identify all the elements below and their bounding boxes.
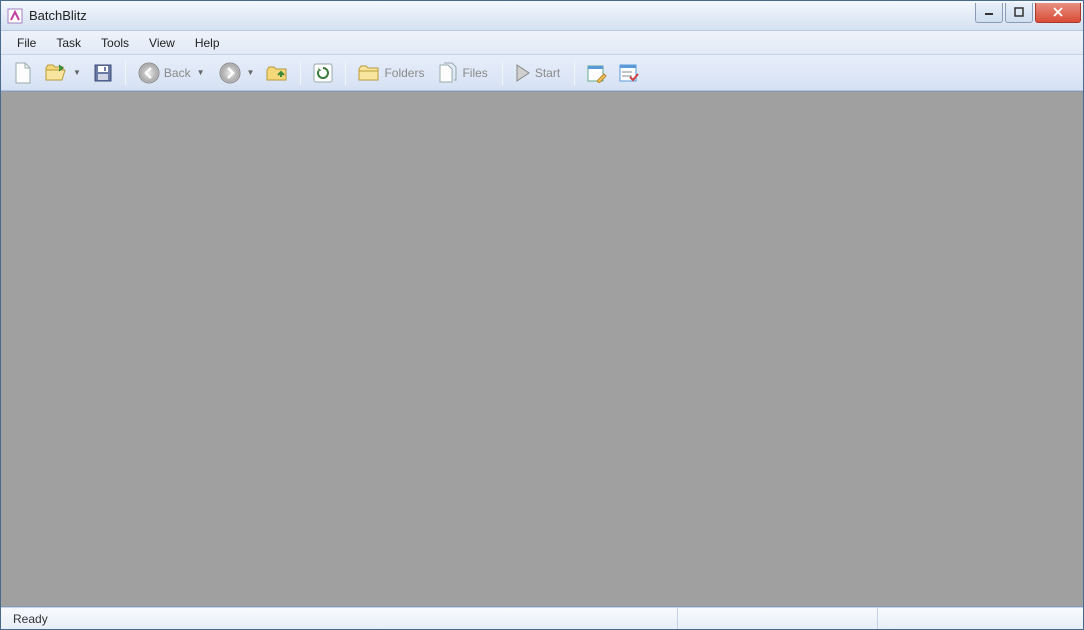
chevron-down-icon: ▼ [247,68,255,77]
app-icon [7,8,23,24]
start-button[interactable]: Start [511,59,566,87]
play-icon [515,64,531,82]
chevron-down-icon: ▼ [197,68,205,77]
menubar: File Task Tools View Help [1,31,1083,55]
status-pane-1 [677,608,877,629]
back-arrow-icon [138,62,160,84]
titlebar: BatchBlitz [1,1,1083,31]
toolbar-separator [574,61,575,85]
refresh-button[interactable] [309,59,337,87]
edit-options-button[interactable] [583,59,611,87]
menu-help[interactable]: Help [185,33,230,53]
folders-label: Folders [384,66,424,80]
menu-task[interactable]: Task [46,33,91,53]
folders-icon [358,63,380,83]
start-label: Start [535,66,560,80]
new-button[interactable] [9,59,37,87]
content-area [1,91,1083,607]
status-text: Ready [7,608,677,629]
files-button[interactable]: Files [434,59,493,87]
toolbar-separator [300,61,301,85]
status-pane-2 [877,608,1077,629]
back-button[interactable]: Back ▼ [134,59,211,87]
window-controls [973,3,1081,23]
files-icon [438,62,458,84]
toolbar-separator [345,61,346,85]
minimize-button[interactable] [975,3,1003,23]
forward-arrow-icon [219,62,241,84]
open-folder-icon [45,63,67,83]
files-label: Files [462,66,487,80]
forward-button[interactable]: ▼ [215,59,259,87]
statusbar: Ready [1,607,1083,629]
menu-file[interactable]: File [7,33,46,53]
preferences-button[interactable] [615,59,643,87]
save-button[interactable] [89,59,117,87]
document-icon [13,62,33,84]
save-icon [93,63,113,83]
maximize-button[interactable] [1005,3,1033,23]
folder-up-icon [266,63,288,83]
toolbar-separator [125,61,126,85]
app-window: BatchBlitz File Task Tools View Help [0,0,1084,630]
menu-view[interactable]: View [139,33,185,53]
toolbar: ▼ Bac [1,55,1083,91]
menu-tools[interactable]: Tools [91,33,139,53]
chevron-down-icon: ▼ [73,68,81,77]
folders-button[interactable]: Folders [354,59,430,87]
checklist-icon [619,63,639,83]
back-label: Back [164,66,191,80]
refresh-icon [313,63,333,83]
edit-page-icon [587,63,607,83]
window-title: BatchBlitz [29,8,87,23]
up-button[interactable] [262,59,292,87]
open-button[interactable]: ▼ [41,59,85,87]
close-button[interactable] [1035,3,1081,23]
toolbar-separator [502,61,503,85]
